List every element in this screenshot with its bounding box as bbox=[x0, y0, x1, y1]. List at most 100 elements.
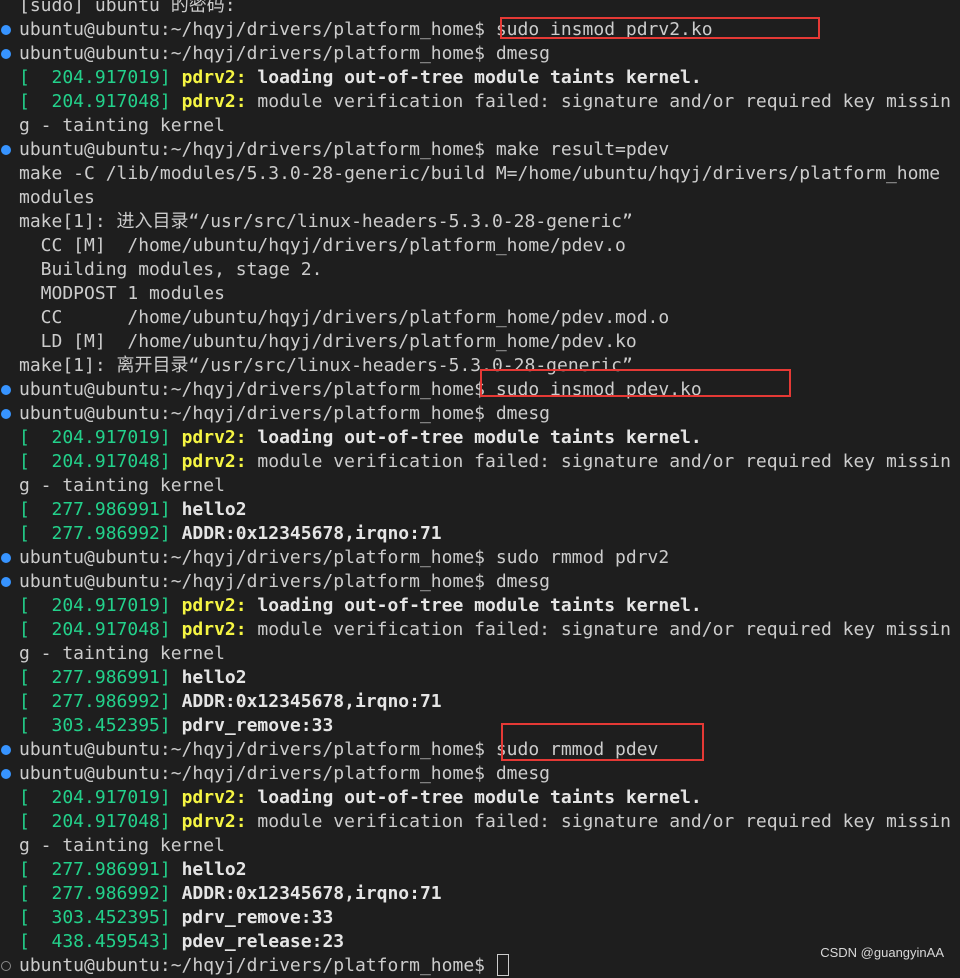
line-segment: g - tainting kernel bbox=[19, 643, 225, 664]
line-segment: g - tainting kernel bbox=[19, 835, 225, 856]
prompt-line: ubuntu@ubuntu:~/hqyj/drivers/platform_ho… bbox=[0, 762, 960, 786]
output-line: [ 204.917048] pdrv2: module verification… bbox=[0, 90, 960, 114]
output-line: [ 204.917019] pdrv2: loading out-of-tree… bbox=[0, 66, 960, 90]
line-segment: [ 204.917048] bbox=[19, 91, 182, 112]
line-segment: [ 303.452395] bbox=[19, 907, 182, 928]
output-line: [ 277.986991] hello2 bbox=[0, 498, 960, 522]
line-segment: [ 204.917048] bbox=[19, 451, 182, 472]
command-decoration-icon[interactable] bbox=[1, 385, 11, 395]
line-segment: Building modules, stage 2. bbox=[19, 259, 323, 280]
line-segment: pdrv2: bbox=[181, 91, 258, 112]
command-decoration-icon[interactable] bbox=[1, 577, 11, 587]
line-segment: pdrv2: bbox=[181, 595, 258, 616]
output-line: [sudo] ubuntu 的密码: bbox=[0, 0, 960, 18]
line-segment: [ 204.917019] bbox=[19, 67, 182, 88]
prompt-line: ubuntu@ubuntu:~/hqyj/drivers/platform_ho… bbox=[0, 378, 960, 402]
command-decoration-icon[interactable] bbox=[1, 25, 11, 35]
line-segment: hello2 bbox=[181, 667, 247, 688]
output-line: g - tainting kernel bbox=[0, 474, 960, 498]
line-segment: modules bbox=[19, 187, 95, 208]
prompt-line: ubuntu@ubuntu:~/hqyj/drivers/platform_ho… bbox=[0, 738, 960, 762]
prompt-line: ubuntu@ubuntu:~/hqyj/drivers/platform_ho… bbox=[0, 402, 960, 426]
output-line: [ 204.917048] pdrv2: module verification… bbox=[0, 450, 960, 474]
line-segment: [ 303.452395] bbox=[19, 715, 182, 736]
output-line: [ 277.986991] hello2 bbox=[0, 858, 960, 882]
cursor-block bbox=[496, 954, 509, 976]
command-decoration-icon[interactable] bbox=[1, 769, 11, 779]
output-line: [ 204.917048] pdrv2: module verification… bbox=[0, 618, 960, 642]
line-segment: [ 204.917048] bbox=[19, 619, 182, 640]
output-line: [ 303.452395] pdrv_remove:33 bbox=[0, 714, 960, 738]
line-segment: ubuntu@ubuntu:~/hqyj/drivers/platform_ho… bbox=[19, 139, 670, 160]
output-line: CC /home/ubuntu/hqyj/drivers/platform_ho… bbox=[0, 306, 960, 330]
output-line: make -C /lib/modules/5.3.0-28-generic/bu… bbox=[0, 162, 960, 186]
output-line: [ 277.986991] hello2 bbox=[0, 666, 960, 690]
line-segment: [ 277.986992] bbox=[19, 691, 182, 712]
command-decoration-icon[interactable] bbox=[1, 145, 11, 155]
output-line: Building modules, stage 2. bbox=[0, 258, 960, 282]
line-segment: ubuntu@ubuntu:~/hqyj/drivers/platform_ho… bbox=[19, 763, 551, 784]
line-segment: LD [M] /home/ubuntu/hqyj/drivers/platfor… bbox=[19, 331, 637, 352]
line-segment: [ 277.986991] bbox=[19, 499, 182, 520]
line-segment: make[1]: 进入目录“/usr/src/linux-headers-5.3… bbox=[19, 211, 633, 232]
output-line: [ 303.452395] pdrv_remove:33 bbox=[0, 906, 960, 930]
line-segment: [ 204.917048] bbox=[19, 811, 182, 832]
output-line: [ 204.917019] pdrv2: loading out-of-tree… bbox=[0, 786, 960, 810]
output-line: make[1]: 离开目录“/usr/src/linux-headers-5.3… bbox=[0, 354, 960, 378]
output-line: LD [M] /home/ubuntu/hqyj/drivers/platfor… bbox=[0, 330, 960, 354]
output-line: [ 277.986992] ADDR:0x12345678,irqno:71 bbox=[0, 690, 960, 714]
line-segment: ubuntu@ubuntu:~/hqyj/drivers/platform_ho… bbox=[19, 403, 551, 424]
line-segment: pdrv2: bbox=[181, 67, 258, 88]
output-line: [ 204.917019] pdrv2: loading out-of-tree… bbox=[0, 594, 960, 618]
line-segment: [ 277.986991] bbox=[19, 667, 182, 688]
line-segment: MODPOST 1 modules bbox=[19, 283, 225, 304]
line-segment: ubuntu@ubuntu:~/hqyj/drivers/platform_ho… bbox=[19, 379, 702, 400]
line-segment: loading out-of-tree module taints kernel… bbox=[257, 595, 702, 616]
line-segment: ubuntu@ubuntu:~/hqyj/drivers/platform_ho… bbox=[19, 739, 659, 760]
prompt-line: ubuntu@ubuntu:~/hqyj/drivers/platform_ho… bbox=[0, 42, 960, 66]
command-decoration-pending-icon[interactable] bbox=[1, 961, 11, 971]
line-segment: [ 204.917019] bbox=[19, 427, 182, 448]
command-decoration-icon[interactable] bbox=[1, 409, 11, 419]
prompt-line: ubuntu@ubuntu:~/hqyj/drivers/platform_ho… bbox=[0, 18, 960, 42]
output-line: CC [M] /home/ubuntu/hqyj/drivers/platfor… bbox=[0, 234, 960, 258]
line-segment: g - tainting kernel bbox=[19, 475, 225, 496]
line-segment: pdrv_remove:33 bbox=[181, 715, 334, 736]
line-segment: make[1]: 离开目录“/usr/src/linux-headers-5.3… bbox=[19, 355, 633, 376]
output-line: [ 277.986992] ADDR:0x12345678,irqno:71 bbox=[0, 522, 960, 546]
line-segment: ADDR:0x12345678,irqno:71 bbox=[181, 523, 442, 544]
output-line: [ 204.917019] pdrv2: loading out-of-tree… bbox=[0, 426, 960, 450]
line-segment: loading out-of-tree module taints kernel… bbox=[257, 787, 702, 808]
output-line: modules bbox=[0, 186, 960, 210]
line-segment: [ 277.986992] bbox=[19, 883, 182, 904]
output-line: g - tainting kernel bbox=[0, 642, 960, 666]
terminal-output[interactable]: [sudo] ubuntu 的密码: ubuntu@ubuntu:~/hqyj/d… bbox=[0, 0, 960, 978]
output-line: [ 204.917048] pdrv2: module verification… bbox=[0, 810, 960, 834]
line-segment: CC [M] /home/ubuntu/hqyj/drivers/platfor… bbox=[19, 235, 626, 256]
line-segment: pdev_release:23 bbox=[181, 931, 345, 952]
line-segment: module verification failed: signature an… bbox=[257, 811, 951, 832]
line-segment: pdrv2: bbox=[181, 619, 258, 640]
line-segment: ubuntu@ubuntu:~/hqyj/drivers/platform_ho… bbox=[19, 571, 551, 592]
line-segment: hello2 bbox=[181, 499, 247, 520]
line-segment: make -C /lib/modules/5.3.0-28-generic/bu… bbox=[19, 163, 941, 184]
prompt-line: ubuntu@ubuntu:~/hqyj/drivers/platform_ho… bbox=[0, 138, 960, 162]
watermark: CSDN @guangyinAA bbox=[820, 945, 944, 960]
line-segment: [ 277.986992] bbox=[19, 523, 182, 544]
output-line: make[1]: 进入目录“/usr/src/linux-headers-5.3… bbox=[0, 210, 960, 234]
line-segment: CC /home/ubuntu/hqyj/drivers/platform_ho… bbox=[19, 307, 670, 328]
prompt-line: ubuntu@ubuntu:~/hqyj/drivers/platform_ho… bbox=[0, 570, 960, 594]
command-decoration-icon[interactable] bbox=[1, 49, 11, 59]
command-decoration-icon[interactable] bbox=[1, 553, 11, 563]
line-segment: pdrv2: bbox=[181, 811, 258, 832]
line-segment: [ 204.917019] bbox=[19, 787, 182, 808]
line-segment: pdrv_remove:33 bbox=[181, 907, 334, 928]
line-segment: [sudo] ubuntu 的密码: bbox=[19, 0, 236, 16]
command-decoration-icon[interactable] bbox=[1, 745, 11, 755]
line-segment: [ 204.917019] bbox=[19, 595, 182, 616]
line-segment: module verification failed: signature an… bbox=[257, 91, 951, 112]
line-segment: loading out-of-tree module taints kernel… bbox=[257, 427, 702, 448]
line-segment: ubuntu@ubuntu:~/hqyj/drivers/platform_ho… bbox=[19, 19, 713, 40]
output-line: MODPOST 1 modules bbox=[0, 282, 960, 306]
line-segment: [ 438.459543] bbox=[19, 931, 182, 952]
